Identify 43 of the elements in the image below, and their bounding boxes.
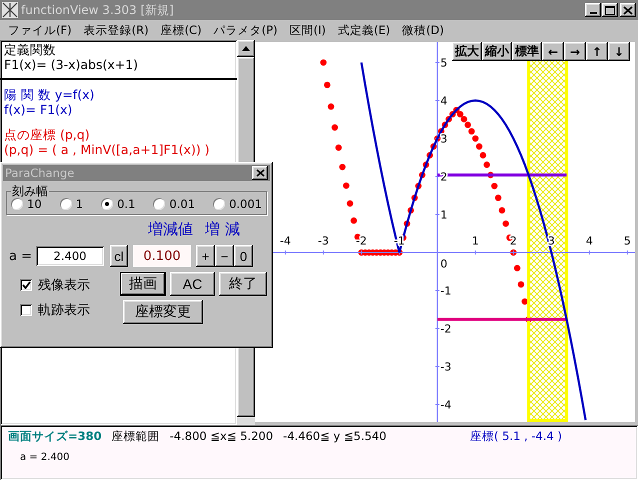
range-label: 座標範囲 (112, 429, 160, 444)
tick-label: -1 (394, 234, 405, 248)
checkbox-label: 残像表示 (38, 277, 90, 294)
text-line: (p,q) = ( a , MinV([a,a+1]F1(x)) ) (4, 142, 211, 157)
screen-size-text: 画面サイズ=380 (8, 429, 102, 444)
text-line: F1(x)= (3-x)abs(x+1) (4, 58, 140, 72)
tick-label: -3 (440, 360, 452, 374)
tick-label: -4 (440, 398, 452, 412)
coordinate-readout: 座標( 5.1 , -4.4 ) (470, 429, 562, 444)
text-line: 定義関数 (4, 43, 57, 58)
tick-label: 1 (440, 208, 448, 222)
tick-label: 2 (510, 234, 517, 248)
x-range-text: -4.800 ≦x≦ 5.200 (170, 429, 274, 443)
text-line: f(x)= F1(x) (4, 102, 72, 117)
radio-label: 10 (27, 197, 42, 211)
tick-label: -2 (356, 234, 367, 248)
increment-label: 増 減 (205, 220, 240, 239)
tick-label: -3 (318, 234, 329, 248)
tick-label: -4 (280, 234, 291, 248)
tick-label: 3 (440, 132, 448, 146)
radio-label: 0.1 (117, 197, 136, 211)
parameter-label: a = (9, 248, 32, 264)
tick-label: -1 (440, 284, 452, 298)
tick-label: 1 (472, 234, 479, 248)
radio-label: 1 (76, 197, 84, 211)
parameter-readout: a = 2.400 (20, 452, 70, 463)
tick-label: 5 (624, 234, 631, 248)
text-line: 陽 関 数 y=f(x) (4, 88, 96, 102)
group-label: 刻み幅 (11, 185, 49, 197)
checkbox-label: 軌跡表示 (38, 302, 90, 319)
delta-value: 0.100 (133, 245, 191, 267)
tick-label: 5 (440, 56, 448, 70)
window-title: functionView 3.303 [新規] (21, 2, 175, 18)
y-range-text: -4.460≦ y ≦5.540 (283, 429, 386, 443)
tick-label: 4 (440, 94, 448, 108)
delta-label: 増減値 (148, 220, 194, 239)
dialog-title: ParaChange (5, 166, 76, 180)
tick-label: -2 (440, 322, 452, 336)
radio-label: 0.01 (169, 197, 196, 211)
text-line: 点の座標 (p,q) (4, 128, 91, 142)
origin-label: 0 (440, 258, 448, 271)
radio-label: 0.001 (229, 197, 262, 211)
tick-label: 4 (586, 234, 593, 248)
